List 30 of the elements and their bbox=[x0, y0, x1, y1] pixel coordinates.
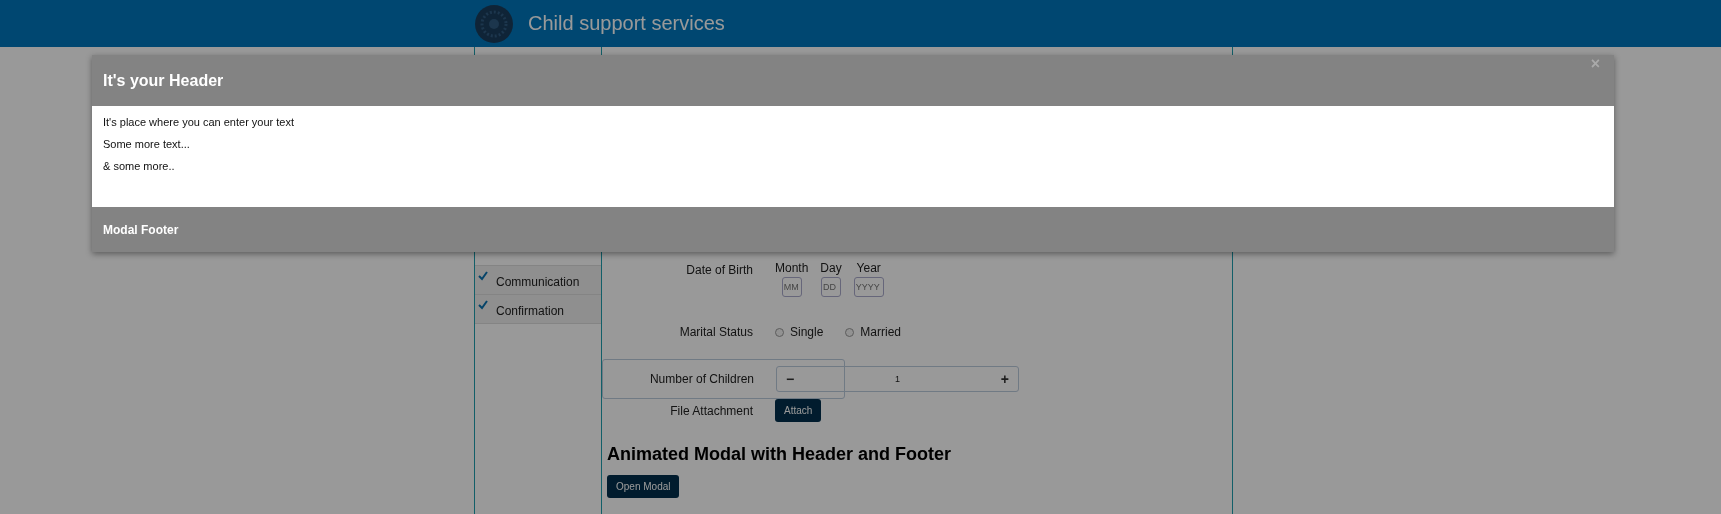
date-input[interactable]: DD bbox=[821, 277, 842, 297]
date-caption: Year bbox=[856, 261, 881, 275]
body-text: & some more.. bbox=[103, 160, 176, 172]
radio-button[interactable] bbox=[775, 327, 784, 337]
body-text: It's place where you can enter your text bbox=[103, 116, 296, 128]
sidebar-item[interactable]: Communication bbox=[475, 265, 601, 295]
sidebar-item[interactable]: Confirmation bbox=[475, 294, 601, 324]
footer-text: Modal Footer bbox=[103, 222, 179, 237]
body-text: Some more text... bbox=[103, 138, 191, 150]
date-input[interactable]: YYYY bbox=[853, 277, 884, 297]
date-caption: Month bbox=[775, 261, 809, 275]
decrement-button[interactable]: − bbox=[777, 371, 804, 387]
field-label: Date of Birth bbox=[685, 262, 754, 277]
modal-title: It's your Header bbox=[103, 71, 224, 90]
stepper-value: 1 bbox=[894, 374, 901, 384]
date-input[interactable]: MM bbox=[781, 277, 802, 297]
increment-button[interactable]: + bbox=[991, 371, 1018, 387]
number-stepper[interactable]: − 1 + bbox=[776, 366, 1019, 392]
radio-label[interactable]: Married bbox=[860, 325, 902, 339]
radio-label[interactable]: Single bbox=[790, 325, 824, 339]
radio-button[interactable] bbox=[845, 327, 855, 337]
attach-button[interactable]: Attach bbox=[775, 399, 822, 422]
section-heading: Animated Modal with Header and Footer bbox=[607, 444, 953, 465]
app-title: Child support services bbox=[528, 12, 725, 35]
field-label: File Attachment bbox=[669, 403, 754, 418]
field-label: Number of Children bbox=[648, 372, 755, 386]
logo-icon bbox=[474, 3, 514, 44]
date-caption: Day bbox=[820, 261, 842, 275]
open-modal-button[interactable]: Open Modal bbox=[607, 475, 680, 498]
field-label: Marital Status bbox=[678, 325, 754, 339]
